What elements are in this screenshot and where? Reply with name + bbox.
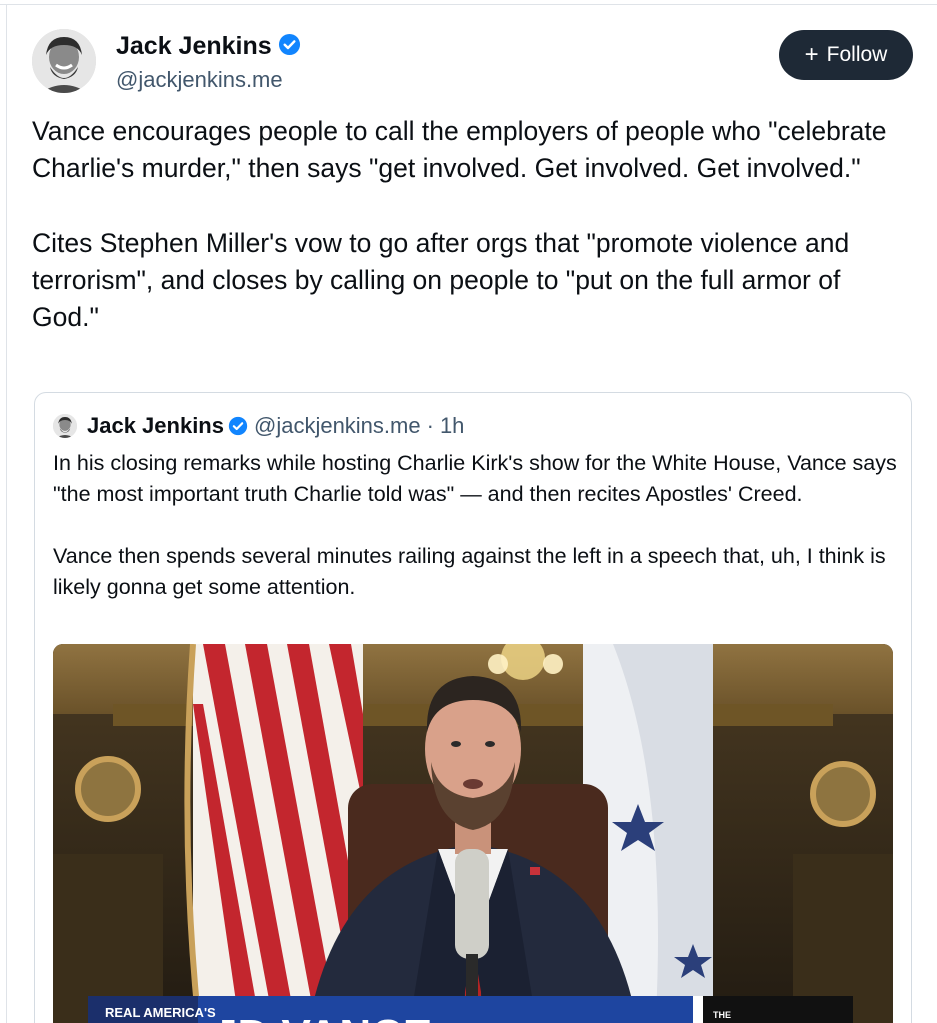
author-avatar[interactable] (32, 29, 96, 93)
top-divider (0, 4, 937, 5)
follow-label: Follow (826, 43, 888, 66)
quoted-post-image[interactable]: REAL AMERICA'S JD VANCE THE (53, 644, 893, 1023)
plus-icon: + (804, 41, 819, 68)
chyron-title: JD VANCE (213, 1011, 432, 1023)
video-still: REAL AMERICA'S JD VANCE THE (53, 644, 893, 1023)
quoted-author-name: Jack Jenkins (87, 413, 224, 438)
author-name-text[interactable]: Jack Jenkins (116, 32, 272, 60)
quoted-author-handle: @jackjenkins.me (253, 413, 421, 438)
quoted-timestamp: 1h (439, 413, 465, 438)
verified-badge-icon (278, 33, 300, 56)
quoted-post-card[interactable]: Jack Jenkins @jackjenkins.me · 1h In his c… (34, 392, 912, 1023)
quoted-post-text: In his closing remarks while hosting Cha… (53, 451, 897, 599)
verified-badge-icon (228, 416, 248, 436)
quoted-separator: · (426, 413, 434, 438)
quoted-author-avatar (53, 414, 77, 438)
follow-button[interactable]: + Follow (779, 30, 913, 80)
post-thread-view: Jack Jenkins @jackjenkins.me + Follow Va… (0, 0, 937, 1023)
chyron-brand: REAL AMERICA'S (105, 1005, 216, 1020)
author-name[interactable]: Jack Jenkins (116, 30, 301, 62)
quoted-post-header: Jack Jenkins @jackjenkins.me · 1h (87, 412, 464, 440)
chyron-right: THE (713, 1010, 731, 1020)
post-text: Vance encourages people to call the empl… (32, 116, 887, 333)
left-divider (6, 4, 7, 1023)
author-handle[interactable]: @jackjenkins.me (116, 66, 283, 94)
